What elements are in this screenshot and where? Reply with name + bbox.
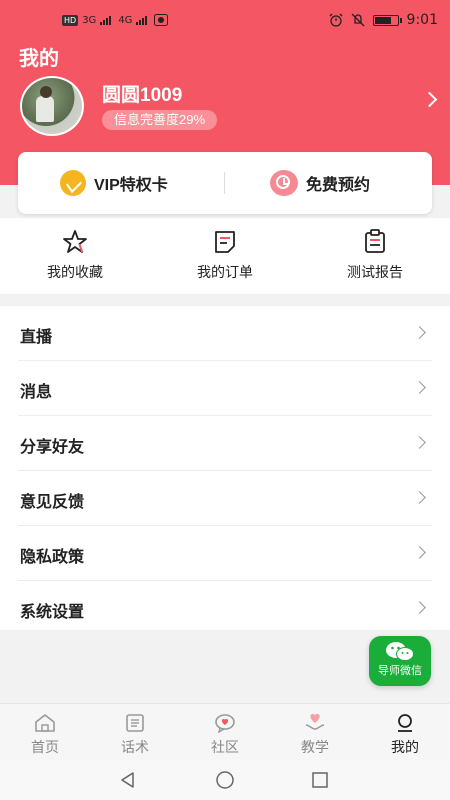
- membership-card: VIP特权卡 免费预约: [18, 152, 432, 214]
- teaching-icon: [305, 713, 325, 730]
- battery-icon: [372, 14, 402, 26]
- menu-item-share[interactable]: 分享好友: [18, 416, 432, 471]
- quick-actions: 我的收藏 我的订单 测试报告: [0, 218, 450, 294]
- report-icon: [365, 229, 385, 253]
- menu-item-messages[interactable]: 消息: [18, 361, 432, 416]
- card-divider: [224, 172, 225, 194]
- home-button-icon[interactable]: [214, 769, 236, 791]
- chevron-right-icon: [413, 381, 426, 394]
- settings-menu: 直播 消息 分享好友 意见反馈 隐私政策 系统设置: [0, 306, 450, 630]
- username[interactable]: 圆圆1009: [102, 80, 182, 107]
- menu-item-privacy[interactable]: 隐私政策: [18, 526, 432, 581]
- mute-icon: [351, 13, 365, 27]
- mentor-wechat-button[interactable]: 导师微信: [369, 636, 431, 686]
- tab-home[interactable]: 首页: [0, 704, 90, 761]
- status-left: HD 3G 4G: [62, 14, 169, 26]
- profile-completeness-badge[interactable]: 信息完善度29%: [102, 110, 218, 130]
- tab-scripts[interactable]: 话术: [90, 704, 180, 761]
- chevron-right-icon: [413, 326, 426, 339]
- menu-item-label: 分享好友: [20, 439, 85, 456]
- status-right: 9:01: [329, 12, 438, 28]
- free-appointment-label: 免费预约: [306, 177, 371, 194]
- menu-item-live[interactable]: 直播: [18, 306, 432, 361]
- status-bar: HD 3G 4G 9:01: [0, 0, 450, 40]
- menu-item-label: 系统设置: [20, 604, 85, 621]
- favorites-button[interactable]: 我的收藏: [0, 218, 150, 294]
- clock-time: 9:01: [406, 12, 438, 28]
- tab-label: 我的: [391, 739, 419, 755]
- chevron-right-icon: [413, 491, 426, 504]
- chevron-right-icon: [413, 436, 426, 449]
- alarm-icon: [329, 13, 343, 27]
- sim1-signal: 3G: [82, 14, 97, 26]
- hd-badge: HD: [62, 14, 79, 26]
- chevron-right-icon: [413, 601, 426, 614]
- favorites-label: 我的收藏: [47, 264, 103, 280]
- tab-label: 社区: [211, 739, 239, 755]
- avatar[interactable]: [20, 76, 84, 136]
- orders-label: 我的订单: [197, 264, 253, 280]
- free-appointment-button[interactable]: 免费预约: [270, 152, 370, 214]
- home-icon: [35, 714, 55, 732]
- order-icon: [215, 231, 235, 253]
- tab-label: 话术: [121, 739, 149, 755]
- menu-item-label: 直播: [20, 329, 53, 346]
- profile-icon: [398, 714, 412, 732]
- vip-card-button[interactable]: VIP特权卡: [60, 152, 168, 214]
- tab-profile[interactable]: 我的: [360, 704, 450, 761]
- alarm-clock-icon: [270, 170, 298, 196]
- menu-item-label: 消息: [20, 384, 53, 401]
- wechat-icon: [386, 642, 414, 661]
- menu-item-label: 意见反馈: [20, 494, 85, 511]
- community-icon: [215, 714, 235, 733]
- chevron-right-icon: [413, 546, 426, 559]
- tab-community[interactable]: 社区: [180, 704, 270, 761]
- star-icon: [63, 230, 87, 253]
- test-report-label: 测试报告: [347, 264, 403, 280]
- signal-icon: [100, 16, 112, 25]
- page-title: 我的: [19, 48, 59, 70]
- bottom-tab-bar: 首页 话术 社区 教学 我的: [0, 703, 450, 761]
- orders-button[interactable]: 我的订单: [150, 218, 300, 294]
- system-nav-bar: [0, 760, 450, 800]
- test-report-button[interactable]: 测试报告: [300, 218, 450, 294]
- vip-icon: [60, 170, 86, 196]
- menu-item-feedback[interactable]: 意见反馈: [18, 471, 432, 526]
- recent-apps-icon[interactable]: [310, 770, 330, 790]
- tab-label: 教学: [301, 739, 329, 755]
- menu-item-settings[interactable]: 系统设置: [18, 581, 432, 635]
- vip-card-label: VIP特权卡: [94, 177, 168, 194]
- signal-icon: [136, 16, 148, 25]
- menu-item-label: 隐私政策: [20, 549, 85, 566]
- app-notification-icon: [154, 14, 169, 26]
- tab-label: 首页: [31, 739, 59, 755]
- mentor-wechat-label: 导师微信: [378, 665, 422, 677]
- sim2-signal: 4G: [118, 14, 133, 26]
- tab-teaching[interactable]: 教学: [270, 704, 360, 761]
- back-icon[interactable]: [118, 770, 138, 790]
- script-icon: [126, 714, 144, 732]
